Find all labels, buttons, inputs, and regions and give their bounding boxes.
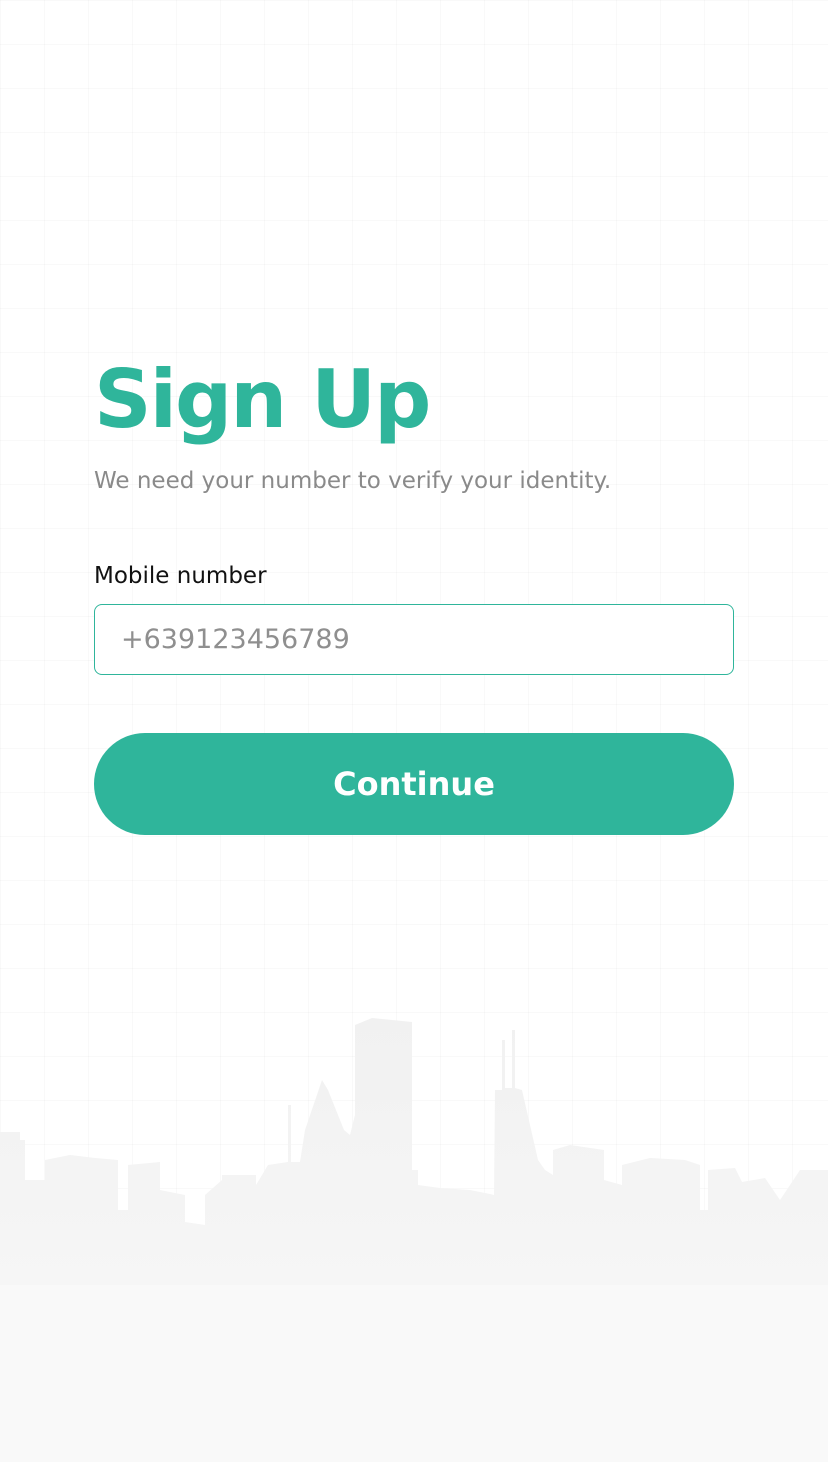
- page-title: Sign Up: [94, 353, 431, 446]
- page-subtitle: We need your number to verify your ident…: [94, 468, 612, 494]
- mobile-number-input[interactable]: [94, 604, 734, 675]
- city-skyline-illustration: [0, 1018, 828, 1462]
- mobile-number-label: Mobile number: [94, 563, 267, 589]
- continue-button[interactable]: Continue: [94, 733, 734, 835]
